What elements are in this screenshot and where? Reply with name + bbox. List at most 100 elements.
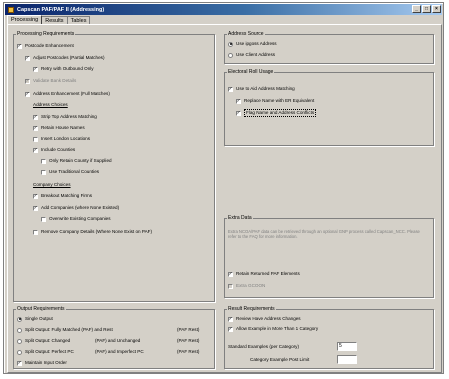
standard-examples-input[interactable]: 5 [337,342,357,351]
main-window: Capscan PAF/PAF II (Addressing) _ □ × Pr… [3,2,444,374]
output-option[interactable]: Split Output: Perfect PC (PAF) and Imperf… [17,349,213,355]
address-source-option[interactable]: Use Client Address [228,52,275,58]
checkbox-icon[interactable]: ✓ [25,91,30,97]
checkbox-icon[interactable]: ✓ [228,316,233,322]
processing-option[interactable]: ✓ Validate Bank Details [25,78,76,84]
option-label: Remove Company Details (Where None Exist… [41,229,152,234]
minimize-icon[interactable]: _ [412,5,421,13]
electoral-option[interactable]: ✓ Use to Aid Address Matching [228,86,295,92]
processing-option[interactable]: ✓ Breakout Matching Firms [33,193,92,199]
radio-icon[interactable] [228,41,233,47]
section-heading: Address Choices [33,102,68,108]
maintain-input-order-option[interactable]: ✓ Maintain Input Order [17,360,67,366]
processing-option[interactable]: ✓ Retain House Names [33,125,85,131]
option-label: Allow Example in More Than 1 Category [236,326,319,331]
result-option[interactable]: ✓ Review Have Address Changes [228,316,301,322]
electoral-option[interactable]: ✓ Replace Name with ER Equivalent [236,98,314,104]
checkbox-icon[interactable] [228,283,233,289]
option-label: Extra GCOON [236,283,266,288]
radio-icon[interactable] [17,316,22,322]
checkbox-icon[interactable]: ✓ [33,147,38,153]
checkbox-icon[interactable] [41,169,46,175]
checkbox-icon[interactable]: ✓ [33,125,38,131]
option-label: Use Client Address [236,52,276,57]
checkbox-icon[interactable]: ✓ [228,326,233,332]
option-label: Single Output [25,316,53,321]
checkbox-icon[interactable]: ✓ [33,66,38,72]
maximize-icon[interactable]: □ [422,5,431,13]
processing-option[interactable]: Remove Company Details (Where None Exist… [33,229,152,235]
electoral-option[interactable]: ✓ Flag Name and Address Conflicts [236,109,317,117]
option-label: Add Companies (where None Existed) [41,205,120,210]
category-limit-input[interactable] [337,355,357,364]
processing-option[interactable]: ✓ Adjust Postcodes (Partial Matches) [25,55,105,61]
checkbox-icon[interactable]: ✓ [236,98,241,104]
option-label: Breakout Matching Firms [41,193,93,198]
checkbox-icon[interactable] [33,229,38,235]
checkbox-icon[interactable] [33,136,38,142]
processing-option[interactable]: Only Retain County if Supplied [41,158,112,164]
checkbox-icon[interactable]: ✓ [17,43,22,49]
checkbox-icon[interactable] [41,216,46,222]
category-limit-label: Category Example Post Limit [250,357,310,362]
option-label: Insert London Locations [41,136,91,141]
option-label: Flag Name and Address Conflicts [244,109,317,117]
extra-data-option[interactable]: Extra GCOON [228,283,265,289]
processing-option[interactable]: Use Traditional Counties [41,169,99,175]
processing-requirements-group: Processing Requirements ✓ Postcode Enhanc… [13,31,215,302]
tab-tables[interactable]: Tables [66,16,91,24]
checkbox-icon[interactable]: ✓ [228,271,233,277]
option-label: Overwrite Existing Companies [49,216,111,221]
checkbox-icon[interactable]: ✓ [33,193,38,199]
electoral-roll-title: Electoral Roll Usage [227,69,275,75]
extra-data-option[interactable]: ✓ Retain Returned PAF Elements [228,271,300,277]
address-source-option[interactable]: Use ipgoss Address [228,41,277,47]
output-requirements-title: Output Requirements [16,306,66,312]
result-option[interactable]: ✓ Allow Example in More Than 1 Category [228,326,318,332]
option-label-tertiary: (PAF Rest) [177,338,200,343]
checkbox-icon[interactable]: ✓ [228,86,233,92]
processing-option[interactable]: ✓ Strip Top Address Matching [33,114,97,120]
output-option[interactable]: Split Output: Fully Matched (PAF) and Re… [17,327,213,333]
option-label: Use to Aid Address Matching [236,86,295,91]
checkbox-icon[interactable]: ✓ [236,110,241,116]
option-label: Postcode Enhancement [25,43,74,48]
checkbox-icon[interactable] [41,158,46,164]
tab-results[interactable]: Results [41,16,68,24]
processing-option[interactable]: ✓ Add Companies (where None Existed) [33,205,119,211]
tab-page: Processing Requirements ✓ Postcode Enhanc… [7,24,442,373]
option-label: Company Choices [33,182,71,187]
radio-icon[interactable] [17,349,22,355]
radio-dot-icon [229,43,232,45]
processing-option[interactable]: Insert London Locations [33,136,90,142]
checkbox-icon[interactable]: ✓ [33,114,38,120]
radio-icon[interactable] [17,338,22,344]
radio-icon[interactable] [17,327,22,333]
title-bar[interactable]: Capscan PAF/PAF II (Addressing) _ □ × [5,4,442,15]
close-icon[interactable]: × [432,5,441,13]
checkbox-icon[interactable]: ✓ [33,205,38,211]
output-option[interactable]: Split Output: Changed (PAF) and Unchanged… [17,338,213,344]
processing-option[interactable]: ✓ Postcode Enhancement [17,43,74,49]
processing-option[interactable]: ✓ Retry with Outbound Only [33,66,94,72]
option-label: Strip Top Address Matching [41,114,97,119]
processing-option[interactable]: Overwrite Existing Companies [41,216,111,222]
option-label-tertiary: (PAF Rest) [177,327,200,332]
checkbox-icon[interactable]: ✓ [25,55,30,61]
checkbox-icon[interactable]: ✓ [25,78,30,84]
processing-option[interactable]: ✓ Include Counties [33,147,75,153]
app-icon [8,6,14,13]
output-option[interactable]: Single Output [17,316,213,322]
extra-data-title: Extra Data [227,215,253,221]
address-source-group: Address Source Use ipgoss Address Use Cl… [224,31,434,64]
option-label-secondary: (PAF) and Unchanged [95,338,141,343]
section-heading: Company Choices [33,182,71,188]
option-label: Only Retain County if Supplied [49,158,112,163]
radio-icon[interactable] [228,52,233,58]
option-label: Use Traditional Counties [49,169,100,174]
option-label: Address Choices [33,102,68,107]
checkbox-icon[interactable]: ✓ [17,360,22,366]
processing-option[interactable]: ✓ Address Enhancement (Full Matches) [25,91,110,97]
result-requirements-title: Result Requirements [227,306,276,312]
tab-processing[interactable]: Processing [7,15,43,24]
